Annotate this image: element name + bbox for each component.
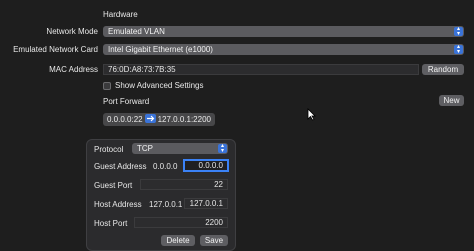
chevron-updown-icon: ▴ ▾ [454, 44, 463, 55]
protocol-label: Protocol [94, 145, 124, 154]
mac-address-label: MAC Address [49, 65, 98, 74]
network-card-value: Intel Gigabit Ethernet (e1000) [108, 45, 213, 54]
host-port-field[interactable]: 2200 [134, 217, 228, 228]
random-mac-button[interactable]: Random [422, 64, 464, 75]
guest-address-input-value: 0.0.0.0 [198, 161, 223, 170]
guest-address-label: Guest Address [94, 162, 147, 171]
advanced-settings-checkbox[interactable] [103, 82, 111, 90]
host-address-field[interactable]: 127.0.0.1 [184, 198, 228, 209]
save-button[interactable]: Save [200, 235, 228, 246]
guest-port-label: Guest Port [94, 181, 133, 190]
port-forward-label: Port Forward [103, 97, 150, 106]
host-port-label: Host Port [94, 219, 128, 228]
protocol-value: TCP [137, 144, 153, 153]
chevron-updown-icon: ▴ ▾ [218, 143, 227, 154]
mouse-cursor-icon [307, 108, 316, 123]
host-port-value: 2200 [205, 218, 223, 227]
advanced-settings-label: Show Advanced Settings [115, 81, 204, 90]
network-mode-label: Network Mode [46, 27, 98, 36]
network-card-select[interactable]: Intel Gigabit Ethernet (e1000) ▴ ▾ [103, 44, 464, 55]
host-address-input-value: 127.0.0.1 [189, 199, 223, 208]
chevron-updown-icon: ▴ ▾ [454, 26, 463, 37]
guest-address-value: 0.0.0.0 [153, 162, 178, 171]
rule-guest: 0.0.0.0:22 [107, 115, 143, 124]
arrow-right-icon [144, 114, 156, 124]
rule-host: 127.0.0.1:2200 [157, 115, 211, 124]
network-mode-value: Emulated VLAN [108, 27, 165, 36]
guest-port-value: 22 [214, 180, 223, 189]
host-address-value: 127.0.0.1 [149, 200, 183, 209]
mac-address-field[interactable]: 76:0D:A8:73:7B:35 [103, 64, 419, 75]
mac-address-value: 76:0D:A8:73:7B:35 [108, 65, 176, 74]
network-mode-select[interactable]: Emulated VLAN ▴ ▾ [103, 26, 464, 37]
guest-address-field[interactable]: 0.0.0.0 [183, 159, 229, 172]
delete-button[interactable]: Delete [161, 235, 195, 246]
section-title: Hardware [103, 10, 138, 19]
host-address-label: Host Address [94, 200, 142, 209]
network-card-label: Emulated Network Card [13, 45, 98, 54]
protocol-select[interactable]: TCP ▴ ▾ [132, 143, 228, 154]
port-forward-rule[interactable]: 0.0.0.0:22 127.0.0.1:2200 [103, 113, 215, 126]
new-port-forward-button[interactable]: New [439, 95, 464, 106]
guest-port-field[interactable]: 22 [140, 179, 228, 190]
